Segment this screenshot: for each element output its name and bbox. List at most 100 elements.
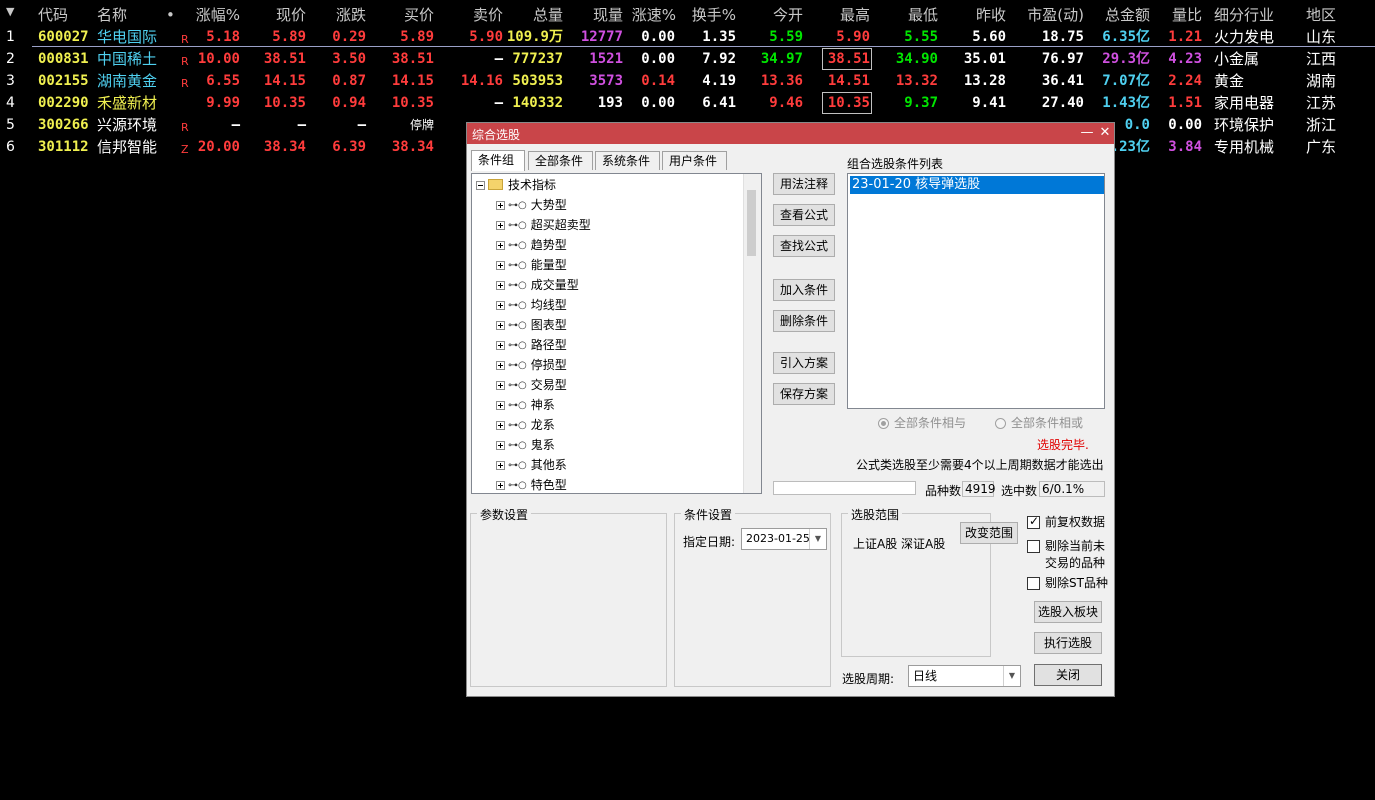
expand-icon[interactable]	[496, 361, 505, 370]
tab-system-conditions[interactable]: 系统条件	[595, 151, 660, 170]
checkbox-exclude-st[interactable]: 剔除ST品种	[1027, 574, 1108, 591]
col-header-chg-pct[interactable]: 涨幅%	[180, 4, 240, 26]
table-row[interactable]: 2 000831 中国稀土 R 10.00 38.51 3.50 38.51—777237 15…	[0, 48, 1375, 70]
usage-notes-button[interactable]: 用法注释	[773, 173, 835, 195]
tree-item[interactable]: ⊶○ 停损型	[496, 355, 567, 375]
col-header-name[interactable]: 名称	[97, 4, 127, 26]
expand-icon[interactable]	[496, 261, 505, 270]
col-header-open[interactable]: 今开	[755, 4, 803, 26]
col-header-high[interactable]: 最高	[822, 4, 870, 26]
find-formula-button[interactable]: 查找公式	[773, 235, 835, 257]
scrollbar-thumb[interactable]	[747, 190, 756, 256]
cur-volume: 12777	[580, 29, 623, 45]
tree-item[interactable]: ⊶○ 龙系	[496, 415, 555, 435]
sort-down-icon[interactable]: ▼	[6, 1, 14, 23]
expand-icon[interactable]	[496, 481, 505, 490]
tree-item[interactable]: ⊶○ 均线型	[496, 295, 567, 315]
tree-item[interactable]: ⊶○ 鬼系	[496, 435, 555, 455]
open: 5.59	[769, 29, 803, 45]
add-condition-button[interactable]: 加入条件	[773, 279, 835, 301]
table-row[interactable]: 4 002290 禾盛新材 9.99 10.35 0.94 10.35 — 140332 193 0…	[0, 92, 1375, 114]
date-picker[interactable]: 2023-01-25 ▼	[741, 528, 827, 550]
col-header-cur-volume[interactable]: 现量	[575, 4, 623, 26]
stock-name: 兴源环境	[97, 116, 158, 134]
region: 湖南	[1306, 72, 1337, 90]
checkbox-unchecked-icon	[1027, 577, 1040, 590]
expand-icon[interactable]	[496, 201, 505, 210]
col-header-vol-ratio[interactable]: 量比	[1160, 4, 1202, 26]
col-header-region[interactable]: 地区	[1306, 4, 1336, 26]
expand-icon[interactable]	[496, 441, 505, 450]
col-header-low[interactable]: 最低	[890, 4, 938, 26]
expand-icon[interactable]	[496, 381, 505, 390]
delete-condition-button[interactable]: 删除条件	[773, 310, 835, 332]
col-header-turnover[interactable]: 换手%	[678, 4, 736, 26]
execute-screen-button[interactable]: 执行选股	[1034, 632, 1102, 654]
radio-all-or[interactable]: 全部条件相或	[995, 414, 1083, 431]
dropdown-arrow-icon[interactable]: ▼	[809, 529, 826, 549]
col-header-prev-close[interactable]: 昨收	[958, 4, 1006, 26]
expand-icon[interactable]	[496, 421, 505, 430]
col-header-chg[interactable]: 涨跌	[318, 4, 366, 26]
close-button[interactable]: 关闭	[1034, 664, 1102, 686]
tab-condition-group[interactable]: 条件组	[471, 150, 525, 171]
import-plan-button[interactable]: 引入方案	[773, 352, 835, 374]
checkbox-adjusted[interactable]: 前复权数据	[1027, 513, 1105, 530]
col-header-pe[interactable]: 市盈(动)	[1020, 4, 1084, 26]
add-to-block-button[interactable]: 选股入板块	[1034, 601, 1102, 623]
tab-all-conditions[interactable]: 全部条件	[528, 151, 593, 170]
expand-icon[interactable]	[496, 341, 505, 350]
expand-icon[interactable]	[496, 221, 505, 230]
dropdown-arrow-icon[interactable]: ▼	[1003, 666, 1020, 686]
tree-item[interactable]: ⊶○ 交易型	[496, 375, 567, 395]
low: 5.55	[904, 29, 938, 45]
save-plan-button[interactable]: 保存方案	[773, 383, 835, 405]
expand-icon[interactable]	[496, 401, 505, 410]
vol-ratio: 4.23	[1168, 51, 1202, 67]
volume: 777237	[512, 51, 563, 67]
expand-icon[interactable]	[496, 321, 505, 330]
col-header-bid[interactable]: 买价	[386, 4, 434, 26]
tree-item[interactable]: ⊶○ 大势型	[496, 195, 567, 215]
tree-item[interactable]: ⊶○ 路径型	[496, 335, 567, 355]
tree-item[interactable]: ⊶○ 超买超卖型	[496, 215, 591, 235]
col-header-amount[interactable]: 总金额	[1088, 4, 1150, 26]
tree-item[interactable]: ⊶○ 趋势型	[496, 235, 567, 255]
tree-item[interactable]: ⊶○ 图表型	[496, 315, 567, 335]
table-row[interactable]: 1 600027 华电国际 R 5.18 5.89 0.29 5.89 5.90 109.9万 12…	[0, 26, 1375, 48]
minimize-icon[interactable]: —	[1079, 125, 1095, 141]
col-header-price[interactable]: 现价	[258, 4, 306, 26]
tree-item[interactable]: ⊶○ 能量型	[496, 255, 567, 275]
collapse-icon[interactable]	[476, 181, 485, 190]
ask: 5.90	[469, 29, 503, 45]
checkbox-exclude-suspended[interactable]: 剔除当前未	[1027, 537, 1105, 554]
close-icon[interactable]: ✕	[1097, 125, 1113, 141]
pe: 76.97	[1041, 51, 1084, 67]
table-row[interactable]: 3 002155 湖南黄金 R 6.55 14.15 0.87 14.15 14.16 50395…	[0, 70, 1375, 92]
col-header-ask[interactable]: 卖价	[455, 4, 503, 26]
view-formula-button[interactable]: 查看公式	[773, 204, 835, 226]
expand-icon[interactable]	[496, 301, 505, 310]
tree-scrollbar[interactable]	[743, 174, 761, 493]
expand-icon[interactable]	[496, 281, 505, 290]
status-done: 选股完毕.	[1037, 438, 1089, 452]
col-header-volume[interactable]: 总量	[515, 4, 563, 26]
expand-icon[interactable]	[496, 461, 505, 470]
radio-all-and[interactable]: 全部条件相与	[878, 414, 966, 431]
chg-pct: 6.55	[206, 73, 240, 89]
tree-item[interactable]: ⊶○ 其他系	[496, 455, 567, 475]
col-header-speed[interactable]: 涨速%	[620, 4, 676, 26]
period-select[interactable]: 日线 ▼	[908, 665, 1021, 687]
col-header-industry[interactable]: 细分行业	[1214, 4, 1274, 26]
tree-item[interactable]: ⊶○ 神系	[496, 395, 555, 415]
change-range-button[interactable]: 改变范围	[960, 522, 1018, 544]
expand-icon[interactable]	[496, 241, 505, 250]
dialog-titlebar[interactable]: 综合选股 — ✕	[467, 123, 1114, 144]
tree-root[interactable]: 技术指标	[476, 175, 556, 195]
col-header-code[interactable]: 代码	[38, 4, 68, 26]
tree-item[interactable]: ⊶○ 成交量型	[496, 275, 579, 295]
list-item[interactable]: 23-01-20 核导弹选股	[850, 176, 1104, 194]
tree-item[interactable]: ⊶○ 特色型	[496, 475, 567, 493]
chg: 0.29	[332, 29, 366, 45]
tab-user-conditions[interactable]: 用户条件	[662, 151, 727, 170]
